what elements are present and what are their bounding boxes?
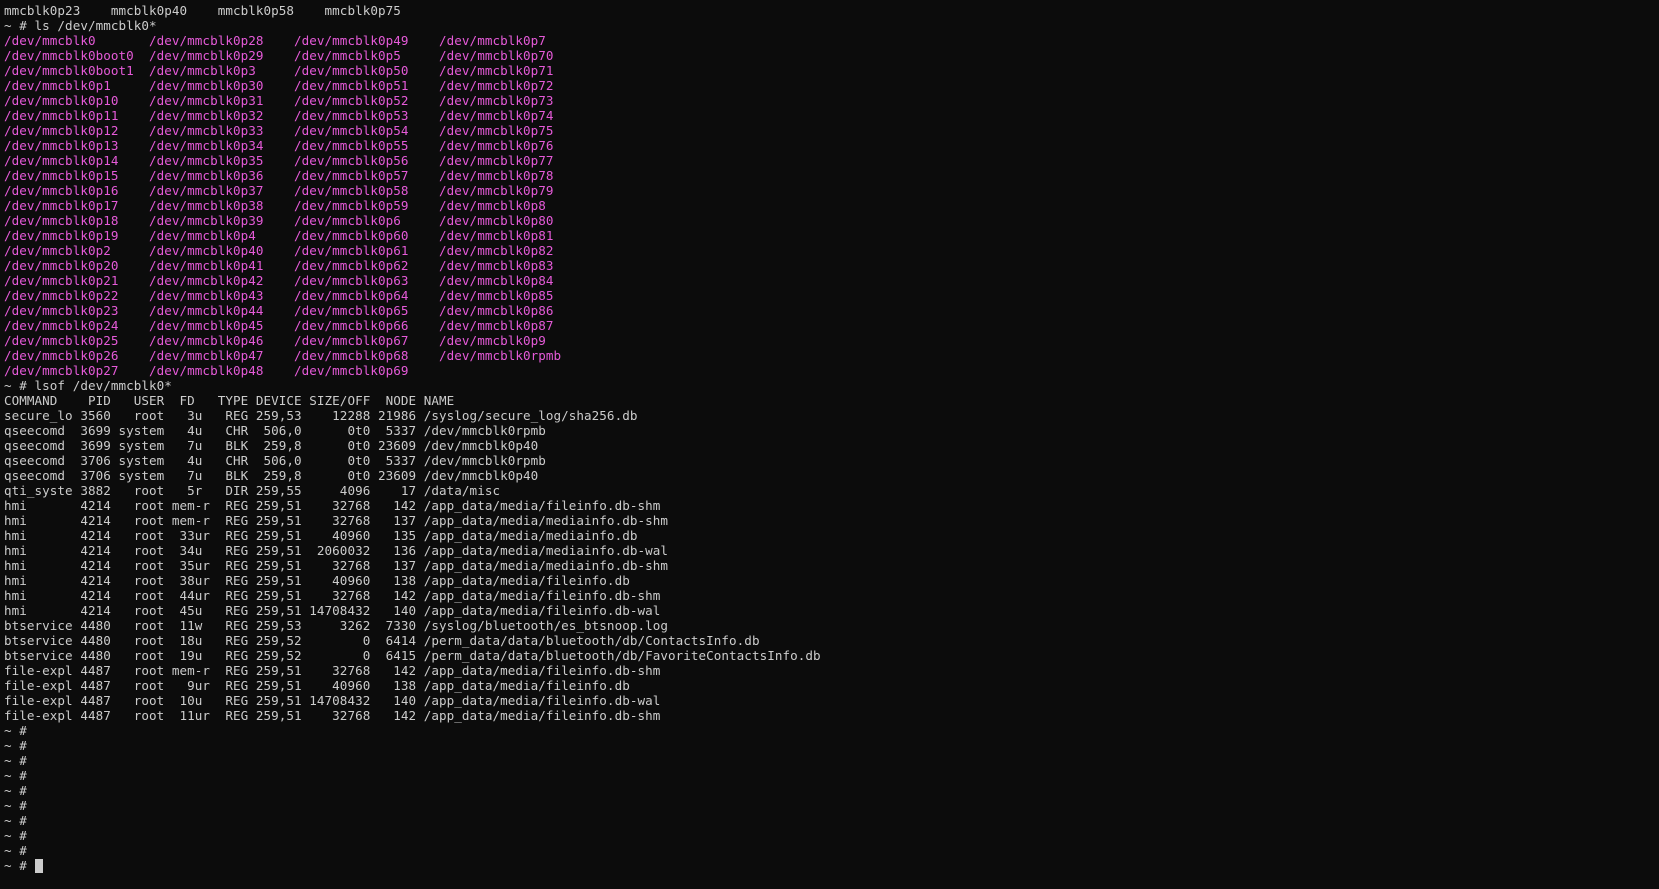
terminal-line: hmi 4214 root 35ur REG 259,51 32768 137 … (4, 558, 668, 573)
device-listing-line: /dev/mmcblk0p19 /dev/mmcblk0p4 /dev/mmcb… (4, 228, 554, 243)
terminal-line: hmi 4214 root 33ur REG 259,51 40960 135 … (4, 528, 638, 543)
device-listing-line: /dev/mmcblk0p21 /dev/mmcblk0p42 /dev/mmc… (4, 273, 554, 288)
device-listing-line: /dev/mmcblk0p11 /dev/mmcblk0p32 /dev/mmc… (4, 108, 554, 123)
device-listing-line: /dev/mmcblk0p26 /dev/mmcblk0p47 /dev/mmc… (4, 348, 562, 363)
device-listing-line: /dev/mmcblk0 /dev/mmcblk0p28 /dev/mmcblk… (4, 33, 546, 48)
terminal-line: file-expl 4487 root 9ur REG 259,51 40960… (4, 678, 630, 693)
terminal-line: btservice 4480 root 19u REG 259,52 0 641… (4, 648, 821, 663)
device-listing-line: /dev/mmcblk0p24 /dev/mmcblk0p45 /dev/mmc… (4, 318, 554, 333)
device-listing-line: /dev/mmcblk0p12 /dev/mmcblk0p33 /dev/mmc… (4, 123, 554, 138)
terminal-line: ~ # (4, 783, 27, 798)
terminal-prompt-line[interactable]: ~ # (4, 858, 1659, 873)
device-listing-line: /dev/mmcblk0p27 /dev/mmcblk0p48 /dev/mmc… (4, 363, 409, 378)
terminal-line: ~ # ls /dev/mmcblk0* (4, 18, 157, 33)
device-listing-line: /dev/mmcblk0p17 /dev/mmcblk0p38 /dev/mmc… (4, 198, 546, 213)
device-listing-line: /dev/mmcblk0p10 /dev/mmcblk0p31 /dev/mmc… (4, 93, 554, 108)
terminal-line: ~ # (4, 843, 27, 858)
device-listing-line: /dev/mmcblk0p2 /dev/mmcblk0p40 /dev/mmcb… (4, 243, 554, 258)
terminal-line: ~ # (4, 798, 27, 813)
terminal-line: hmi 4214 root mem-r REG 259,51 32768 142… (4, 498, 661, 513)
terminal-line: ~ # (4, 723, 27, 738)
terminal-line: mmcblk0p23 mmcblk0p40 mmcblk0p58 mmcblk0… (4, 3, 401, 18)
device-listing-line: /dev/mmcblk0p15 /dev/mmcblk0p36 /dev/mmc… (4, 168, 554, 183)
device-listing-line: /dev/mmcblk0p22 /dev/mmcblk0p43 /dev/mmc… (4, 288, 554, 303)
terminal-window[interactable]: mmcblk0p23 mmcblk0p40 mmcblk0p58 mmcblk0… (0, 0, 1659, 889)
device-listing-line: /dev/mmcblk0p23 /dev/mmcblk0p44 /dev/mmc… (4, 303, 554, 318)
terminal-line: ~ # (4, 828, 27, 843)
terminal-line: qseecomd 3706 system 7u BLK 259,8 0t0 23… (4, 468, 539, 483)
terminal-line: hmi 4214 root 38ur REG 259,51 40960 138 … (4, 573, 630, 588)
device-listing-line: /dev/mmcblk0p13 /dev/mmcblk0p34 /dev/mmc… (4, 138, 554, 153)
terminal-line: qseecomd 3706 system 4u CHR 506,0 0t0 53… (4, 453, 546, 468)
terminal-line: btservice 4480 root 18u REG 259,52 0 641… (4, 633, 760, 648)
device-listing-line: /dev/mmcblk0boot1 /dev/mmcblk0p3 /dev/mm… (4, 63, 554, 78)
device-listing-line: /dev/mmcblk0boot0 /dev/mmcblk0p29 /dev/m… (4, 48, 554, 63)
device-listing-line: /dev/mmcblk0p25 /dev/mmcblk0p46 /dev/mmc… (4, 333, 546, 348)
terminal-line: ~ # (4, 753, 27, 768)
prompt-text: ~ # (4, 858, 35, 873)
terminal-line: COMMAND PID USER FD TYPE DEVICE SIZE/OFF… (4, 393, 455, 408)
terminal-line: ~ # (4, 738, 27, 753)
terminal-line: secure_lo 3560 root 3u REG 259,53 12288 … (4, 408, 638, 423)
device-listing-line: /dev/mmcblk0p16 /dev/mmcblk0p37 /dev/mmc… (4, 183, 554, 198)
terminal-line: hmi 4214 root 34u REG 259,51 2060032 136… (4, 543, 668, 558)
terminal-line: hmi 4214 root mem-r REG 259,51 32768 137… (4, 513, 668, 528)
device-listing-line: /dev/mmcblk0p20 /dev/mmcblk0p41 /dev/mmc… (4, 258, 554, 273)
terminal-line: btservice 4480 root 11w REG 259,53 3262 … (4, 618, 668, 633)
terminal-line: hmi 4214 root 44ur REG 259,51 32768 142 … (4, 588, 661, 603)
terminal-line: qseecomd 3699 system 4u CHR 506,0 0t0 53… (4, 423, 546, 438)
device-listing-line: /dev/mmcblk0p18 /dev/mmcblk0p39 /dev/mmc… (4, 213, 554, 228)
terminal-line: ~ # (4, 768, 27, 783)
terminal-line: qseecomd 3699 system 7u BLK 259,8 0t0 23… (4, 438, 539, 453)
device-listing-line: /dev/mmcblk0p14 /dev/mmcblk0p35 /dev/mmc… (4, 153, 554, 168)
terminal-line: file-expl 4487 root 10u REG 259,51 14708… (4, 693, 661, 708)
device-listing-line: /dev/mmcblk0p1 /dev/mmcblk0p30 /dev/mmcb… (4, 78, 554, 93)
text-cursor[interactable] (34, 859, 43, 873)
terminal-line: ~ # (4, 813, 27, 828)
terminal-line: file-expl 4487 root mem-r REG 259,51 327… (4, 663, 661, 678)
terminal-line: hmi 4214 root 45u REG 259,51 14708432 14… (4, 603, 661, 618)
terminal-line: file-expl 4487 root 11ur REG 259,51 3276… (4, 708, 661, 723)
terminal-line: qti_syste 3882 root 5r DIR 259,55 4096 1… (4, 483, 501, 498)
terminal-output: mmcblk0p23 mmcblk0p40 mmcblk0p58 mmcblk0… (4, 3, 1659, 858)
terminal-line: ~ # lsof /dev/mmcblk0* (4, 378, 172, 393)
